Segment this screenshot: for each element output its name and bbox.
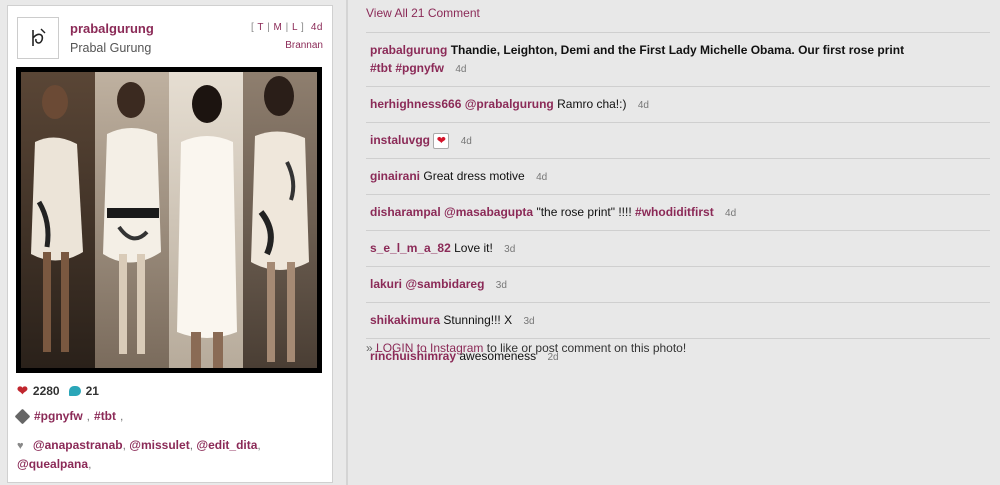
comment-time: 4d [536, 172, 548, 183]
comment-item: ginairani Great dress motive 4d [366, 158, 990, 194]
post-username[interactable]: prabalgurung [70, 21, 154, 36]
comment-time: 3d [523, 316, 535, 327]
liker-link[interactable]: @anapastranab [33, 438, 123, 452]
comment-item: s_e_l_m_a_82 Love it! 3d [366, 230, 990, 266]
heart-icon[interactable]: ❤ [17, 383, 28, 399]
comment-time: 3d [495, 280, 507, 291]
view-all-comments-link[interactable]: View All 21 Comment [366, 6, 480, 20]
tml-pipe: | [267, 22, 271, 33]
comment-time: 4d [455, 64, 467, 75]
login-suffix: to like or post comment on this photo! [486, 341, 687, 355]
tml-m-link[interactable]: M [274, 22, 283, 33]
comment-time: 4d [637, 100, 649, 111]
comment-text: "the rose print" !!!! [536, 205, 632, 219]
post-full-name: Prabal Gurung [70, 41, 152, 55]
tml-bracket-open: [ [251, 22, 255, 33]
comment-text: Ramro cha!:) [557, 97, 627, 111]
comment-username[interactable]: s_e_l_m_a_82 [370, 241, 451, 255]
post-photo[interactable] [16, 67, 322, 373]
comment-username[interactable]: instaluvgg [370, 133, 430, 147]
comment-item: instaluvgg ❤ 4d [366, 122, 990, 158]
avatar[interactable] [17, 17, 59, 59]
comment-text: Stunning!!! X [443, 313, 513, 327]
filter-name: Brannan [285, 40, 323, 51]
login-arrow: » [366, 341, 373, 355]
separator: , [189, 438, 194, 452]
post-card: prabalgurung Prabal Gurung [ T | M | L ]… [7, 5, 333, 483]
small-heart-icon: ♥ [17, 440, 24, 452]
comment-text: Love it! [454, 241, 493, 255]
tml-pipe: | [285, 22, 289, 33]
likers-list: ♥ @anapastranab, @missulet, @edit_dita, … [17, 436, 322, 473]
separator: , [88, 457, 92, 471]
comment-username[interactable]: disharampal [370, 205, 441, 219]
like-count: 2280 [32, 384, 60, 398]
comment-time: 3d [504, 244, 516, 255]
comment-bubble-icon [68, 386, 81, 396]
comment-hashtag[interactable]: #whodiditfirst [635, 205, 714, 219]
tml-t-link[interactable]: T [257, 22, 263, 33]
tag-link[interactable]: #tbt [94, 409, 116, 423]
comment-username[interactable]: ginairani [370, 169, 420, 183]
separator: , [120, 409, 124, 423]
separator: , [122, 438, 126, 452]
comment-hashtags[interactable]: #tbt #pgnyfw [370, 61, 444, 75]
liker-link[interactable]: @missulet [129, 438, 189, 452]
login-link[interactable]: LOGIN to Instagram [376, 341, 483, 355]
comment-username[interactable]: shikakimura [370, 313, 440, 327]
comment-username[interactable]: lakuri [370, 277, 402, 291]
comment-item: herhighness666 @prabalgurung Ramro cha!:… [366, 86, 990, 122]
comment-mention[interactable]: @sambidareg [405, 277, 484, 291]
comment-time: 4d [725, 208, 737, 219]
comment-item: prabalgurung Thandie, Leighton, Demi and… [366, 32, 990, 86]
login-prompt: » LOGIN to Instagram to like or post com… [366, 341, 686, 355]
comment-mention[interactable]: @prabalgurung [465, 97, 554, 111]
heart-emoji-icon: ❤ [433, 132, 450, 149]
comments-list: prabalgurung Thandie, Leighton, Demi and… [366, 32, 990, 374]
post-tags: #pgnyfw, #tbt, [14, 408, 124, 424]
panel-divider [346, 0, 348, 485]
liker-link[interactable]: @edit_dita [196, 438, 257, 452]
logo-icon [32, 28, 46, 46]
comment-text: Thandie, Leighton, Demi and the First La… [450, 43, 905, 57]
comment-item: disharampal @masabagupta "the rose print… [366, 194, 990, 230]
comment-text: Great dress motive [423, 169, 525, 183]
comment-item: shikakimura Stunning!!! X 3d [366, 302, 990, 338]
tag-link[interactable]: #pgnyfw [34, 409, 83, 423]
comment-count: 21 [85, 384, 99, 398]
tml-l-link[interactable]: L [292, 22, 298, 33]
liker-link[interactable]: @quealpana [17, 457, 88, 471]
comment-mention[interactable]: @masabagupta [444, 205, 533, 219]
tag-icon [14, 408, 31, 424]
photo-collage [21, 72, 317, 368]
post-age: 4d [310, 22, 323, 33]
comment-username[interactable]: prabalgurung [370, 43, 447, 57]
separator: , [257, 438, 261, 452]
comment-item: lakuri @sambidareg 3d [366, 266, 990, 302]
post-stats: ❤ 2280 21 [17, 383, 99, 399]
comment-time: 4d [460, 136, 472, 147]
tml-links: [ T | M | L ] 4d [251, 22, 323, 33]
comment-username[interactable]: herhighness666 [370, 97, 461, 111]
separator: , [86, 409, 91, 423]
tml-bracket-close: ] [301, 22, 305, 33]
